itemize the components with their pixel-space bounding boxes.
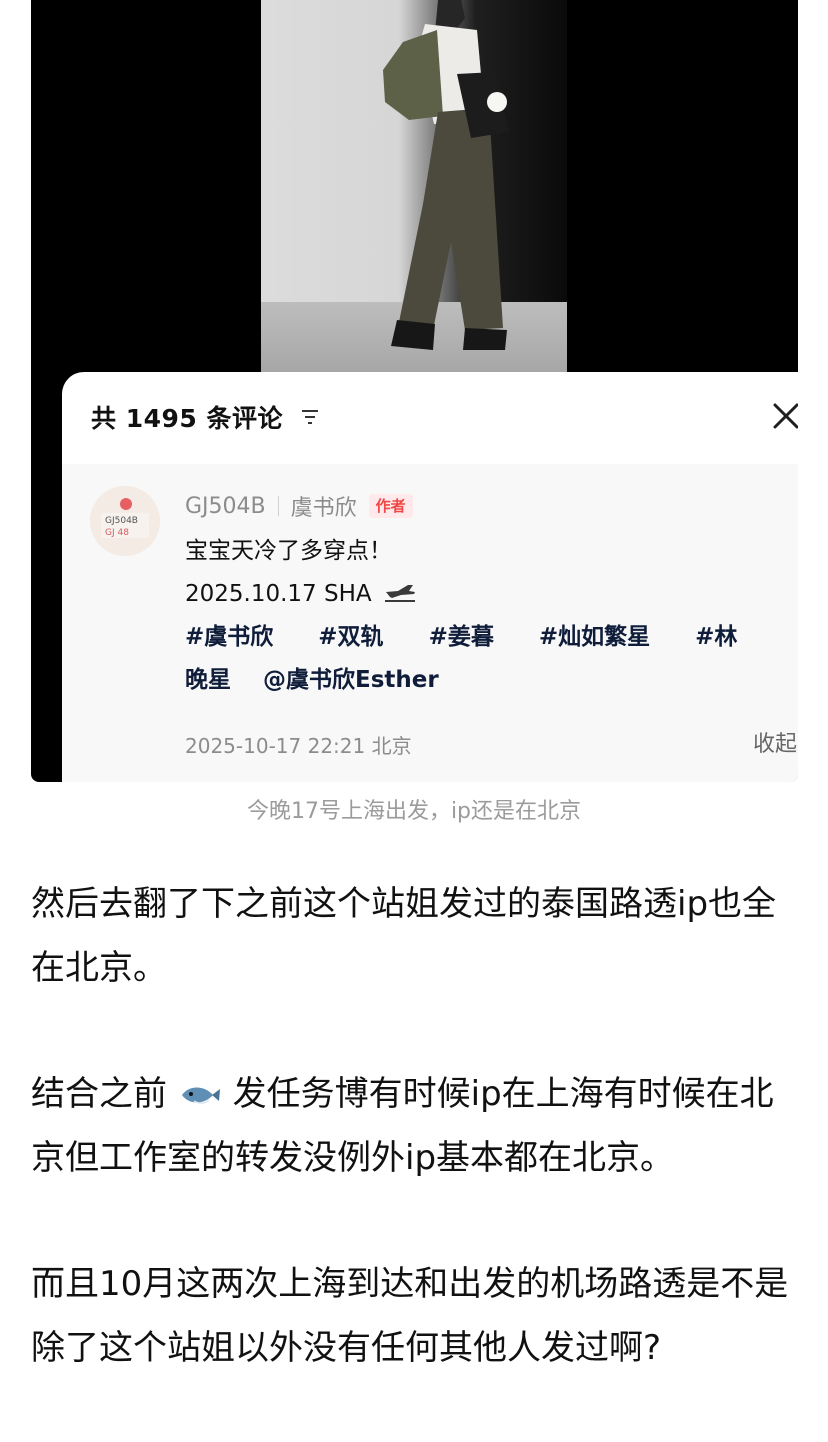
photo — [261, 0, 567, 372]
comment-body: 宝宝天冷了多穿点！ 2025.10.17 SHA #虞书欣 #双轨 #姜暮 #灿… — [185, 530, 795, 702]
tag-jiangmu[interactable]: #姜暮 — [429, 616, 494, 659]
svg-text:GJ 48: GJ 48 — [105, 528, 129, 538]
fish-icon — [181, 1087, 220, 1104]
article-paragraph-3: 而且10月这两次上海到达和出发的机场路透是不是除了这个站姐以外没有任何其他人发过… — [31, 1264, 789, 1368]
comment-display-name[interactable]: 虞书欣 — [291, 490, 357, 522]
tag-shuanggui[interactable]: #双轨 — [318, 616, 383, 659]
comment-username[interactable]: GJ504B — [185, 494, 266, 519]
mention-esther[interactable]: @虞书欣Esther — [263, 659, 439, 702]
comment-panel-header: 共 1495 条评论 — [62, 372, 798, 462]
photo-figure — [383, 0, 509, 350]
comment-tags-continued: 晚星 @虞书欣Esther — [185, 659, 795, 702]
screenshot-area: 共 1495 条评论 GJ504B GJ 48 GJ504B 虞书欣 作者 宝宝… — [31, 0, 798, 782]
comment-tags: #虞书欣 #双轨 #姜暮 #灿如繁星 #林 — [185, 616, 795, 659]
comment-count-title: 共 1495 条评论 — [91, 404, 283, 433]
image-caption: 今晚17号上海出发，ip还是在北京 — [246, 799, 582, 824]
avatar-logo: GJ504B GJ 48 — [90, 486, 160, 556]
filter-icon[interactable] — [300, 408, 320, 426]
airplane-departure-icon — [384, 585, 415, 602]
tag-linwanxing-continued[interactable]: 晚星 — [185, 659, 231, 702]
collapse-button[interactable]: 收起 — [753, 726, 797, 758]
article-paragraph-2: 结合之前 发任务博有时候ip在上海有时候在北京但工作室的转发没例外ip基本都在北… — [31, 1062, 801, 1190]
comment-line-1: 宝宝天冷了多穿点！ — [185, 538, 392, 564]
meta-divider — [277, 496, 279, 516]
article-paragraph-2-prefix: 结合之前 — [31, 1074, 167, 1114]
comment-panel: 共 1495 条评论 GJ504B GJ 48 GJ504B 虞书欣 作者 宝宝… — [62, 372, 798, 782]
comment-timestamp: 2025-10-17 22:21 北京 — [185, 734, 412, 758]
author-badge: 作者 — [368, 494, 413, 518]
comment-flight-text: 2025.10.17 SHA — [185, 581, 372, 607]
tag-linwanxing[interactable]: #林 — [695, 616, 737, 659]
pinned-comment: GJ504B GJ 48 GJ504B 虞书欣 作者 宝宝天冷了多穿点！ 202… — [62, 464, 798, 782]
close-icon[interactable] — [771, 401, 798, 431]
avatar[interactable]: GJ504B GJ 48 — [90, 486, 160, 556]
svg-text:GJ504B: GJ504B — [105, 516, 138, 526]
article-body: 然后去翻了下之前这个站姐发过的泰国路透ip也全在北京。 结合之前 发任务博有时候… — [31, 872, 801, 1442]
tag-yushuxin[interactable]: #虞书欣 — [185, 616, 273, 659]
comment-line-2: 2025.10.17 SHA — [185, 573, 795, 616]
tag-canrufanxing[interactable]: #灿如繁星 — [539, 616, 650, 659]
article-paragraph-1: 然后去翻了下之前这个站姐发过的泰国路透ip也全在北京。 — [31, 884, 777, 988]
comment-meta: GJ504B 虞书欣 作者 — [185, 490, 413, 522]
